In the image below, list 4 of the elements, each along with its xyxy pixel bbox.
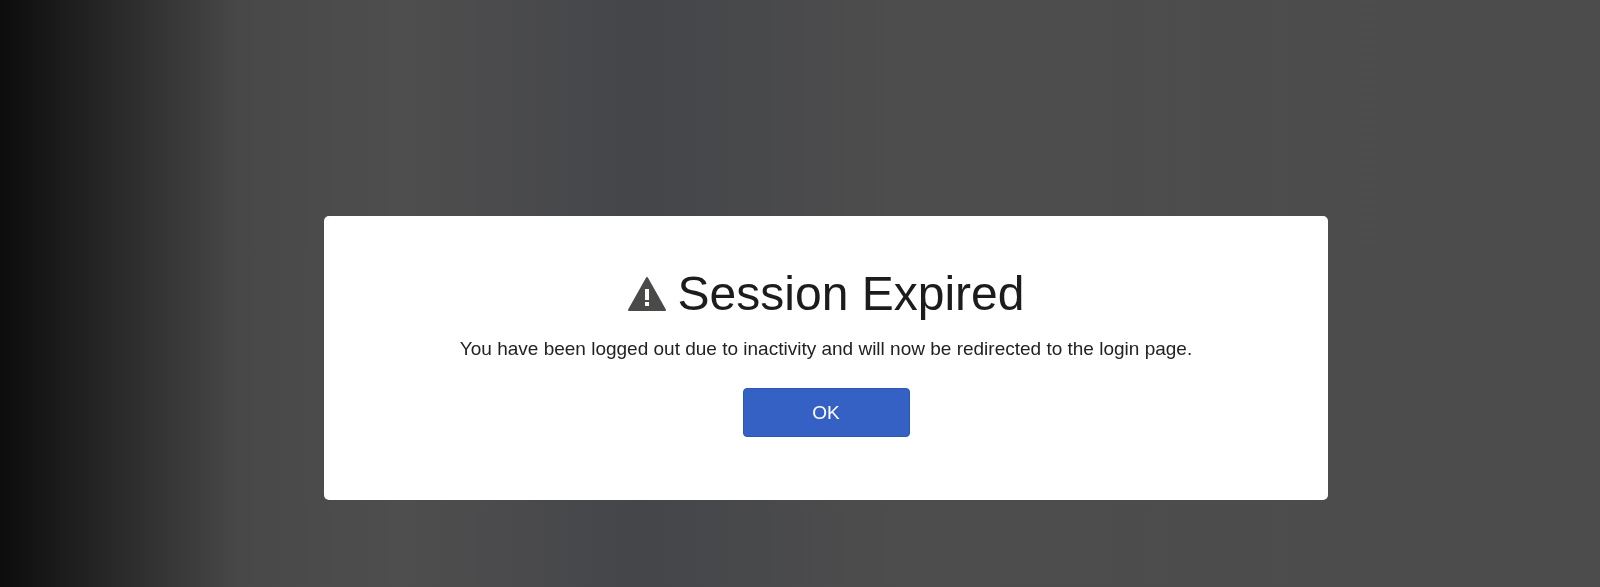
warning-icon <box>627 277 666 311</box>
ok-button[interactable]: OK <box>742 388 910 437</box>
dialog-message: You have been logged out due to inactivity and will now be redirected to the login page. <box>458 338 1194 360</box>
dialog-title: Session Expired <box>677 266 1025 322</box>
